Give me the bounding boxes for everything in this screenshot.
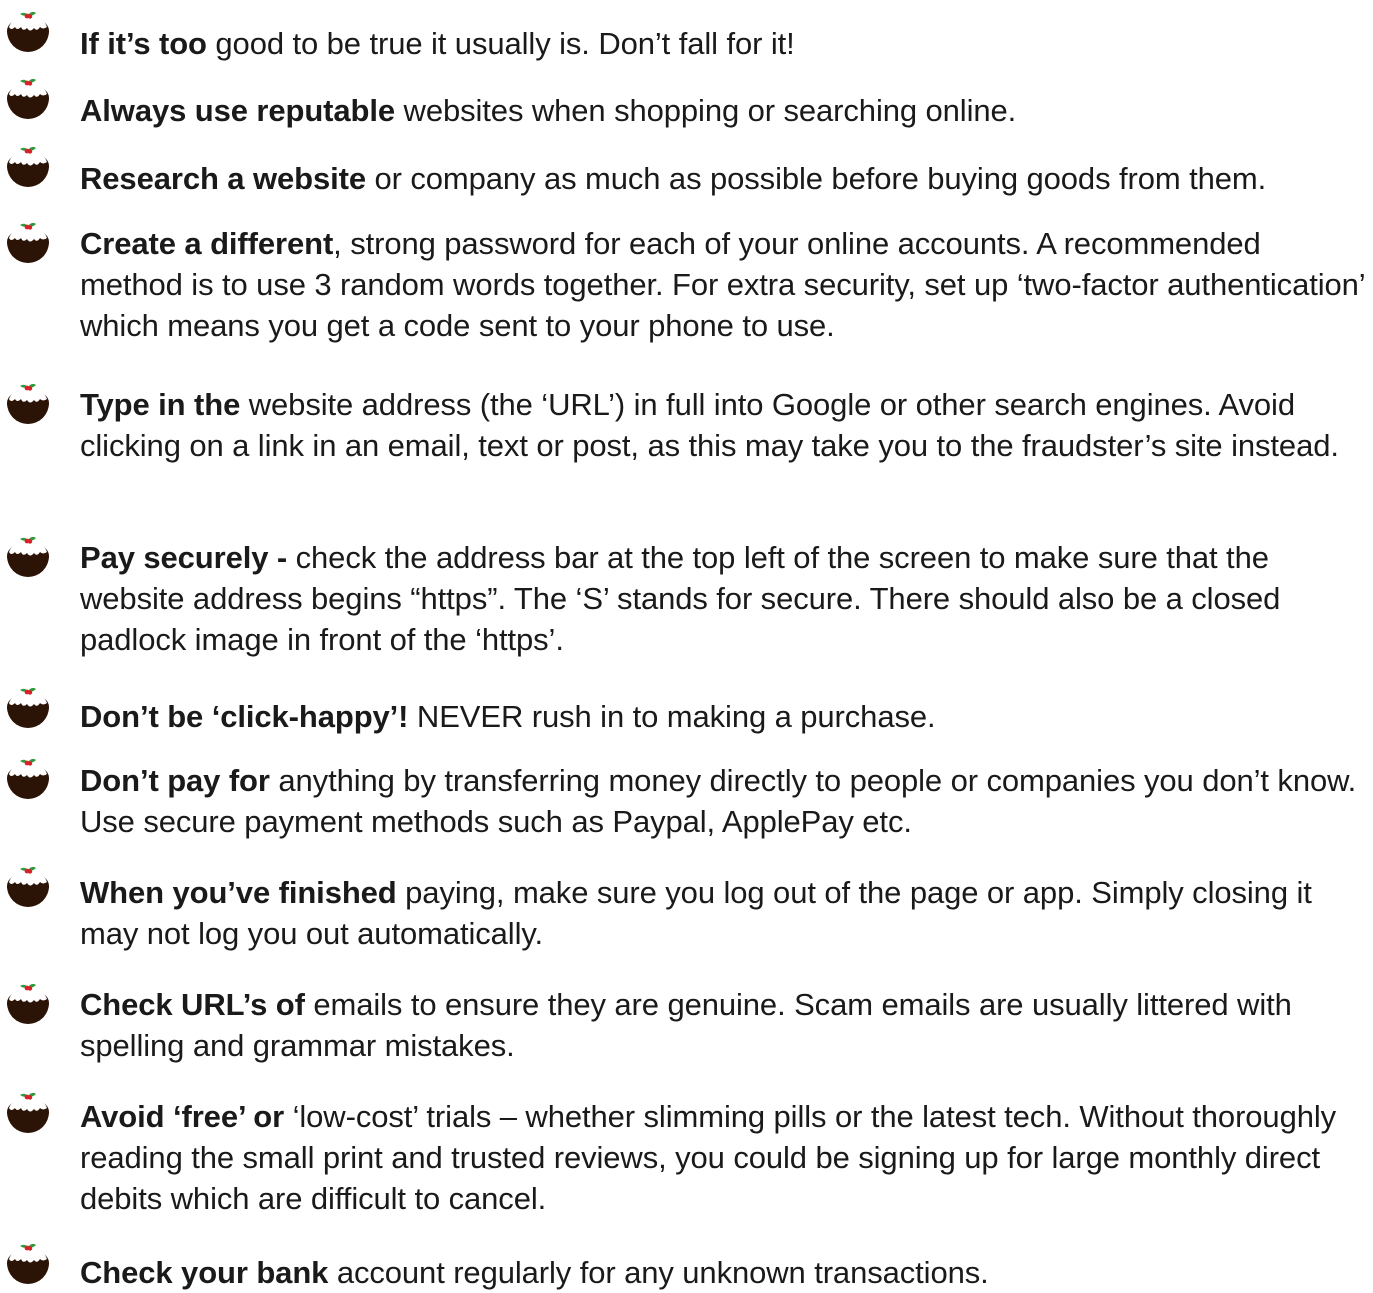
christmas-pudding-icon: [0, 683, 56, 733]
tip-text: Check your bank account regularly for an…: [80, 1252, 1370, 1293]
tip-body: NEVER rush in to making a purchase.: [408, 699, 936, 734]
tip-text: When you’ve finished paying, make sure y…: [80, 872, 1370, 954]
tip-text: Create a different, strong password for …: [80, 223, 1370, 346]
tip-text: If it’s too good to be true it usually i…: [80, 23, 1370, 64]
tip-text: Type in the website address (the ‘URL’) …: [80, 384, 1370, 466]
tip-lead: Pay securely -: [80, 540, 288, 575]
christmas-pudding-icon: [0, 218, 56, 268]
christmas-pudding-icon: [0, 862, 56, 912]
tip-body: websites when shopping or searching onli…: [395, 93, 1017, 128]
tip-lead: Check URL’s of: [80, 987, 305, 1022]
tip-lead: Type in the: [80, 387, 241, 422]
christmas-pudding-icon: [0, 142, 56, 192]
christmas-pudding-icon: [0, 7, 56, 57]
tip-lead: Don’t pay for: [80, 763, 270, 798]
tip-body: website address (the ‘URL’) in full into…: [80, 387, 1339, 463]
tip-lead: Avoid ‘free’ or: [80, 1099, 285, 1134]
tip-text: Avoid ‘free’ or ‘low-cost’ trials – whet…: [80, 1096, 1370, 1219]
christmas-pudding-icon: [0, 379, 56, 429]
tip-lead: Don’t be ‘click-happy’!: [80, 699, 409, 734]
tip-text: Always use reputable websites when shopp…: [80, 90, 1370, 131]
tip-text: Don’t be ‘click-happy’! NEVER rush in to…: [80, 696, 1370, 737]
tip-lead: When you’ve finished: [80, 875, 397, 910]
christmas-pudding-icon: [0, 532, 56, 582]
tip-lead: Always use reputable: [80, 93, 396, 128]
tip-lead: Research a website: [80, 161, 366, 196]
tip-body: anything by transferring money directly …: [80, 763, 1357, 839]
christmas-pudding-icon: [0, 1239, 56, 1289]
tip-text: Check URL’s of emails to ensure they are…: [80, 984, 1370, 1066]
tip-lead: Create a different: [80, 226, 334, 261]
christmas-pudding-icon: [0, 754, 56, 804]
tip-text: Pay securely - check the address bar at …: [80, 537, 1370, 660]
tip-body: good to be true it usually is. Don’t fal…: [206, 26, 795, 61]
tip-lead: Check your bank: [80, 1255, 329, 1290]
christmas-pudding-icon: [0, 979, 56, 1029]
tip-lead: If it’s too: [80, 26, 207, 61]
tips-list: If it’s too good to be true it usually i…: [0, 0, 1373, 1290]
christmas-pudding-icon: [0, 1088, 56, 1138]
christmas-pudding-icon: [0, 74, 56, 124]
tip-body: or company as much as possible before bu…: [365, 161, 1267, 196]
tip-text: Research a website or company as much as…: [80, 158, 1370, 199]
tip-text: Don’t pay for anything by transferring m…: [80, 760, 1370, 842]
tip-body: account regularly for any unknown transa…: [328, 1255, 989, 1290]
